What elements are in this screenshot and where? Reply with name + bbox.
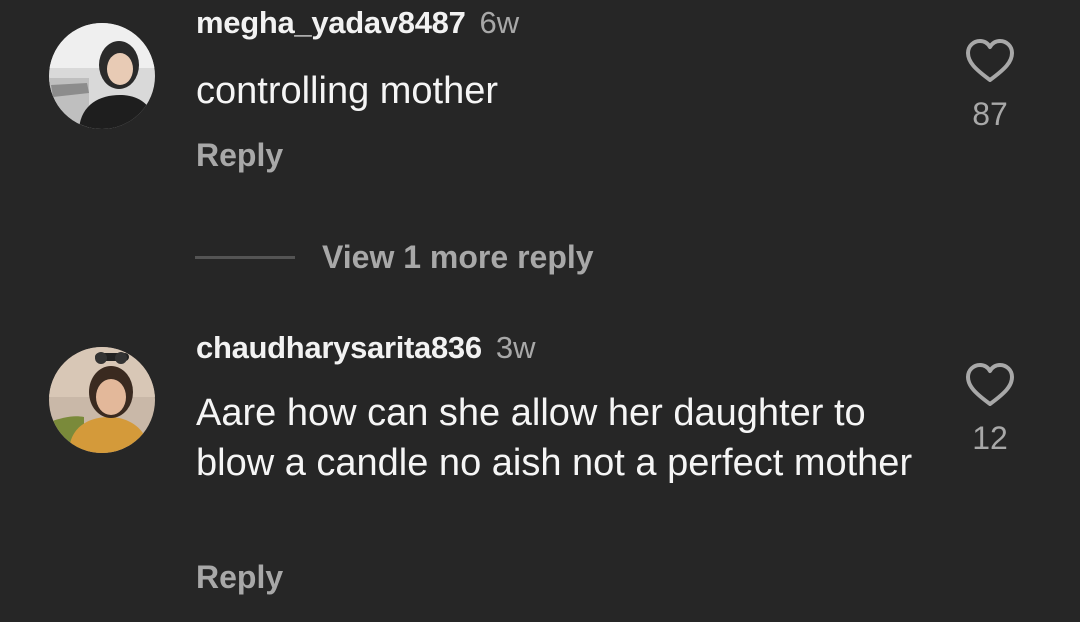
like-control: 87 — [950, 38, 1030, 133]
comment-text: controlling mother — [196, 70, 499, 112]
profile-photo-icon — [49, 347, 155, 453]
reply-button[interactable]: Reply — [196, 137, 283, 174]
username[interactable]: chaudharysarita836 — [196, 330, 482, 365]
divider-line — [195, 255, 295, 259]
timestamp: 6w — [479, 5, 520, 40]
like-control: 12 — [950, 362, 1030, 457]
avatar[interactable] — [49, 347, 155, 453]
comment-text: Aare how can she allow her daughter to b… — [196, 392, 913, 484]
view-more-replies-button[interactable]: View 1 more reply — [195, 237, 594, 277]
reply-button[interactable]: Reply — [196, 559, 283, 596]
heart-icon[interactable] — [965, 38, 1015, 84]
timestamp: 3w — [495, 330, 536, 365]
comment-header: megha_yadav8487 6w — [196, 5, 519, 41]
comment-header: chaudharysarita836 3w — [196, 330, 535, 366]
like-count: 12 — [972, 420, 1008, 456]
username[interactable]: megha_yadav8487 — [196, 5, 466, 40]
profile-photo-icon — [49, 23, 155, 129]
view-more-replies-label: View 1 more reply — [322, 238, 594, 275]
like-count: 87 — [972, 96, 1008, 132]
heart-icon[interactable] — [965, 362, 1015, 408]
avatar[interactable] — [49, 23, 155, 129]
